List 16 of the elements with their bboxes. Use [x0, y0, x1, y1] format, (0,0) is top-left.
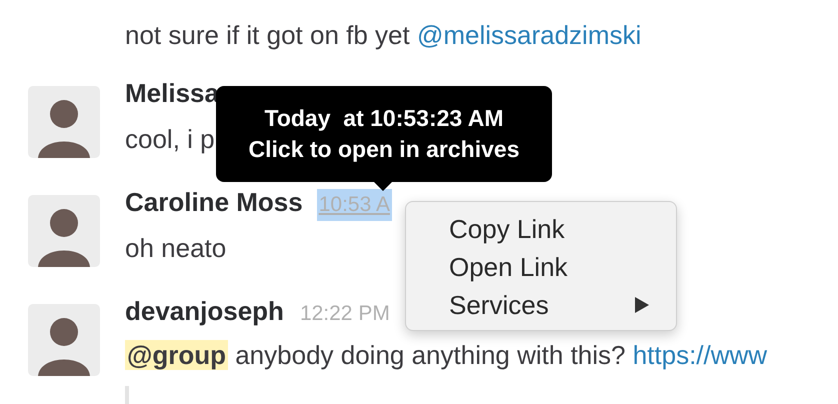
tooltip-text: Click to open in archives — [248, 136, 520, 163]
author-name[interactable]: Melissa — [125, 78, 219, 109]
menu-item[interactable]: Copy Link — [406, 210, 676, 248]
message-text: cool, i p — [125, 123, 216, 156]
author-name[interactable]: Caroline Moss — [125, 187, 303, 218]
message-text: oh neato — [125, 232, 228, 265]
avatar[interactable] — [28, 195, 100, 267]
menu-item[interactable]: Open Link — [406, 248, 676, 286]
message-text: not sure if it got on fb yet @melissaradzimski — [125, 19, 642, 52]
author-name[interactable]: devanjoseph — [125, 296, 284, 327]
tooltip-text: Today at 10:53:23 AM — [264, 105, 504, 132]
avatar[interactable] — [28, 86, 100, 158]
menu-item[interactable]: Services — [406, 286, 676, 324]
message-text: @group anybody doing anything with this? https://www — [125, 339, 768, 372]
avatar[interactable] — [28, 304, 100, 376]
submenu-arrow-icon — [634, 296, 650, 314]
